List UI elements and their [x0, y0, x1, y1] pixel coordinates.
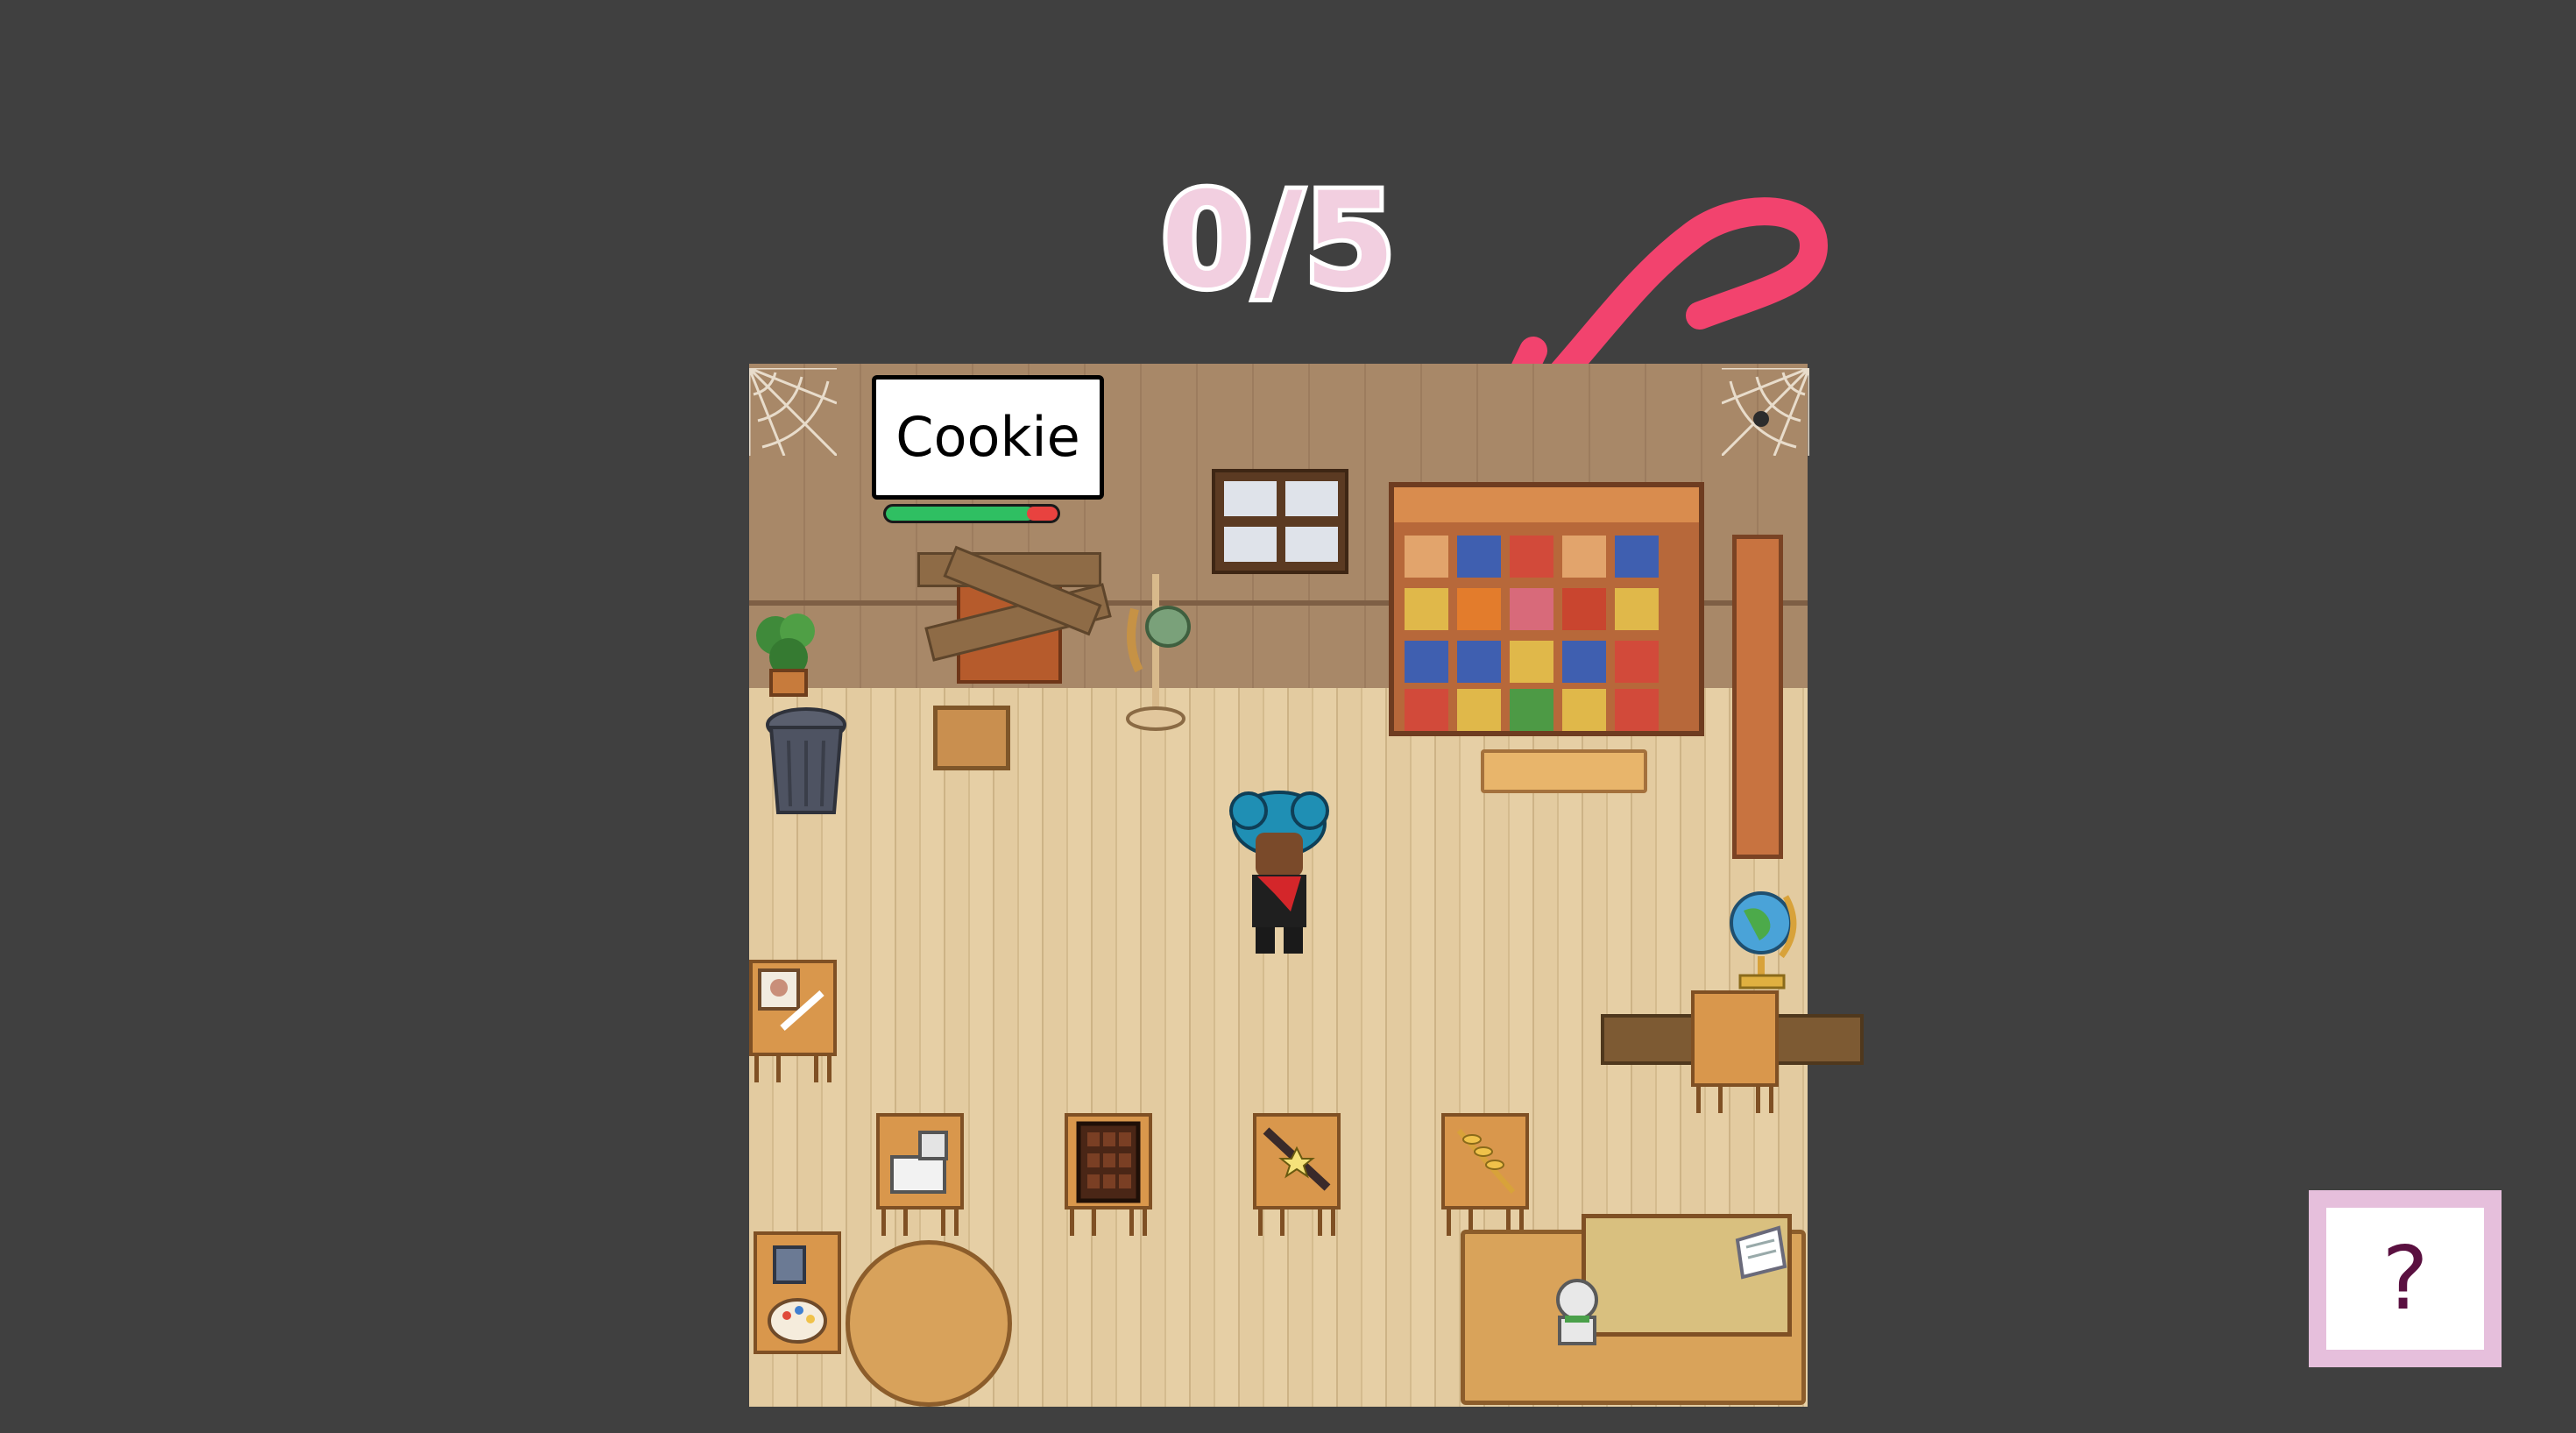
game-room [714, 337, 1864, 1433]
potted-plant[interactable] [749, 609, 828, 697]
coat-rack[interactable] [1117, 565, 1196, 732]
health-bar-fill [886, 507, 1034, 521]
desk-wand[interactable] [1253, 1113, 1341, 1245]
portrait-icon [758, 968, 824, 1031]
paper-note-icon[interactable] [1730, 1223, 1792, 1284]
npc-name-label: Cookie [872, 375, 1104, 500]
magic-wand-icon [1263, 1127, 1331, 1191]
boarded-door[interactable] [917, 526, 1112, 684]
trash-can[interactable] [762, 706, 850, 819]
round-rug [846, 1240, 1012, 1407]
cobweb-icon [1722, 368, 1809, 456]
globe-icon[interactable] [1724, 879, 1803, 993]
desk[interactable] [1691, 990, 1779, 1122]
desk-wheat[interactable] [1441, 1113, 1529, 1245]
wooden-crate[interactable] [933, 706, 1010, 770]
wooden-plank[interactable] [1481, 749, 1647, 793]
player-character [1229, 791, 1329, 954]
chocolate-bar-icon [1076, 1121, 1141, 1203]
health-bar-lost [1026, 507, 1058, 521]
sheep-icon [890, 1131, 948, 1194]
tall-cabinet [1732, 535, 1783, 859]
window [1212, 469, 1348, 574]
question-mark-icon: ? [2326, 1208, 2484, 1350]
cobweb-icon [749, 368, 837, 456]
wheat-icon [1456, 1129, 1516, 1194]
bookshelf[interactable] [1389, 482, 1704, 736]
desk-chocolate[interactable] [1065, 1113, 1152, 1245]
palette-icon [768, 1245, 827, 1344]
npc-health-bar [883, 504, 1060, 523]
plush-toy-icon[interactable] [1542, 1275, 1612, 1354]
desk-palette[interactable] [754, 1231, 841, 1380]
help-button[interactable]: ? [2309, 1190, 2502, 1367]
desk-portrait[interactable] [749, 960, 837, 1091]
desk-sheep[interactable] [876, 1113, 964, 1245]
